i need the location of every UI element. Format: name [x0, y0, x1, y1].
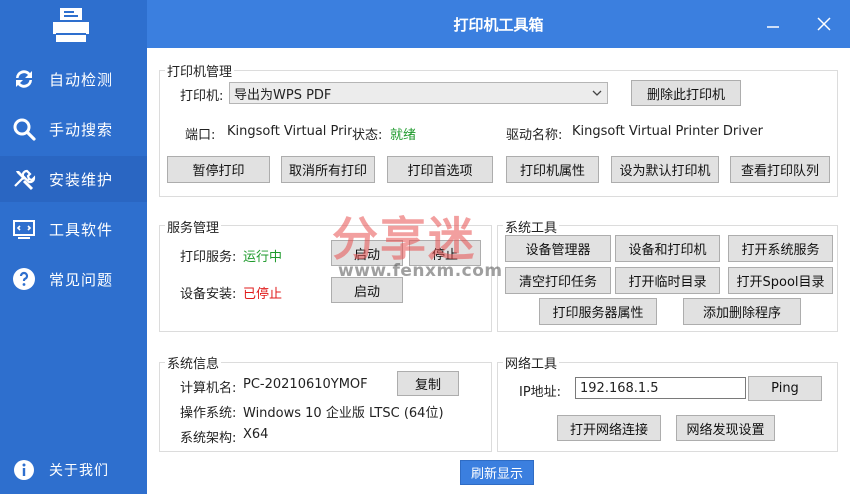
printer-select[interactable]: 导出为WPS PDF [229, 82, 608, 104]
add-remove-programs-button[interactable]: 添加删除程序 [683, 298, 801, 325]
minimize-icon [767, 26, 779, 28]
os-label: 操作系统: [180, 406, 237, 421]
device-install-label: 设备安装: [180, 287, 237, 302]
open-spool-dir-button[interactable]: 打开Spool目录 [728, 267, 833, 294]
print-preferences-button[interactable]: 打印首选项 [387, 156, 493, 183]
network-tools-title: 网络工具 [503, 353, 560, 372]
sidebar-item-manual-search[interactable]: 手动搜索 [0, 106, 147, 152]
sidebar-item-label: 自动检测 [49, 70, 114, 89]
status-label: 状态: [352, 128, 383, 143]
print-server-properties-button[interactable]: 打印服务器属性 [539, 298, 657, 325]
start-print-service-button[interactable]: 启动 [331, 240, 403, 266]
tools-icon [11, 166, 37, 192]
chevron-down-icon [592, 90, 602, 96]
sidebar-item-tools-software[interactable]: 工具软件 [0, 206, 147, 252]
printer-properties-button[interactable]: 打印机属性 [506, 156, 599, 183]
service-management-title: 服务管理 [165, 217, 222, 236]
port-value: Kingsoft Virtual Print [227, 124, 352, 139]
device-manager-button[interactable]: 设备管理器 [505, 235, 611, 262]
printer-select-value: 导出为WPS PDF [234, 87, 332, 103]
ip-input-value: 192.168.1.5 [580, 380, 659, 396]
sidebar-item-faq[interactable]: 常见问题 [0, 256, 147, 302]
close-button[interactable] [812, 12, 836, 36]
stop-print-service-button[interactable]: 停止 [409, 240, 481, 266]
refresh-display-button[interactable]: 刷新显示 [460, 460, 534, 485]
cancel-all-print-button[interactable]: 取消所有打印 [281, 156, 375, 183]
printer-label: 打印机: [180, 89, 224, 104]
question-icon [11, 266, 37, 292]
sidebar-item-label: 手动搜索 [49, 120, 114, 139]
driver-value: Kingsoft Virtual Printer Driver [572, 124, 763, 139]
sidebar-item-install-maintain[interactable]: 安装维护 [0, 156, 147, 202]
sidebar-item-label: 安装维护 [49, 170, 114, 189]
refresh-icon [11, 66, 37, 92]
network-discovery-settings-button[interactable]: 网络发现设置 [676, 415, 775, 441]
sidebar-item-label: 工具软件 [49, 220, 114, 239]
computer-name-value: PC-20210610YMOF [243, 377, 368, 392]
driver-label: 驱动名称: [506, 128, 563, 143]
clear-print-jobs-button[interactable]: 清空打印任务 [505, 267, 611, 294]
sidebar: 自动检测 手动搜索 安装维护 工具软件 常见问题 关于我们 [0, 0, 147, 494]
open-temp-dir-button[interactable]: 打开临时目录 [615, 267, 720, 294]
sidebar-item-label: 常见问题 [49, 270, 114, 289]
arch-value: X64 [243, 427, 269, 442]
title-bar: 打印机工具箱 [147, 0, 850, 48]
delete-printer-button[interactable]: 删除此打印机 [631, 80, 741, 106]
arch-label: 系统架构: [180, 431, 237, 446]
printer-management-title: 打印机管理 [165, 61, 235, 80]
set-default-printer-button[interactable]: 设为默认打印机 [611, 156, 719, 183]
status-value: 就绪 [390, 128, 417, 143]
ping-button[interactable]: Ping [748, 376, 822, 401]
os-value: Windows 10 企业版 LTSC (64位) [243, 406, 444, 421]
device-install-status: 已停止 [243, 287, 283, 302]
system-tools-title: 系统工具 [503, 217, 560, 236]
sidebar-item-auto-detect[interactable]: 自动检测 [0, 56, 147, 102]
sidebar-item-about[interactable]: 关于我们 [0, 447, 147, 493]
pause-print-button[interactable]: 暂停打印 [167, 156, 270, 183]
print-service-status: 运行中 [243, 250, 283, 265]
devices-printers-button[interactable]: 设备和打印机 [615, 235, 720, 262]
info-icon [11, 457, 37, 483]
monitor-icon [11, 216, 37, 242]
close-icon [817, 17, 831, 31]
printer-logo-icon [53, 8, 89, 42]
main-content: 打印机管理 打印机: 导出为WPS PDF 删除此打印机 端口: Kingsof… [147, 48, 850, 494]
open-system-services-button[interactable]: 打开系统服务 [728, 235, 833, 262]
copy-button[interactable]: 复制 [397, 371, 459, 396]
print-service-label: 打印服务: [180, 250, 237, 265]
search-icon [11, 116, 37, 142]
minimize-button[interactable] [761, 12, 785, 36]
system-info-title: 系统信息 [165, 353, 222, 372]
start-device-install-button[interactable]: 启动 [331, 277, 403, 303]
window-title: 打印机工具箱 [453, 16, 544, 34]
ip-label: IP地址: [519, 385, 562, 400]
ip-input[interactable]: 192.168.1.5 [575, 377, 746, 399]
sidebar-item-label: 关于我们 [49, 463, 109, 479]
view-print-queue-button[interactable]: 查看打印队列 [730, 156, 830, 183]
computer-name-label: 计算机名: [180, 381, 237, 396]
port-label: 端口: [185, 128, 216, 143]
open-network-connections-button[interactable]: 打开网络连接 [557, 415, 661, 441]
